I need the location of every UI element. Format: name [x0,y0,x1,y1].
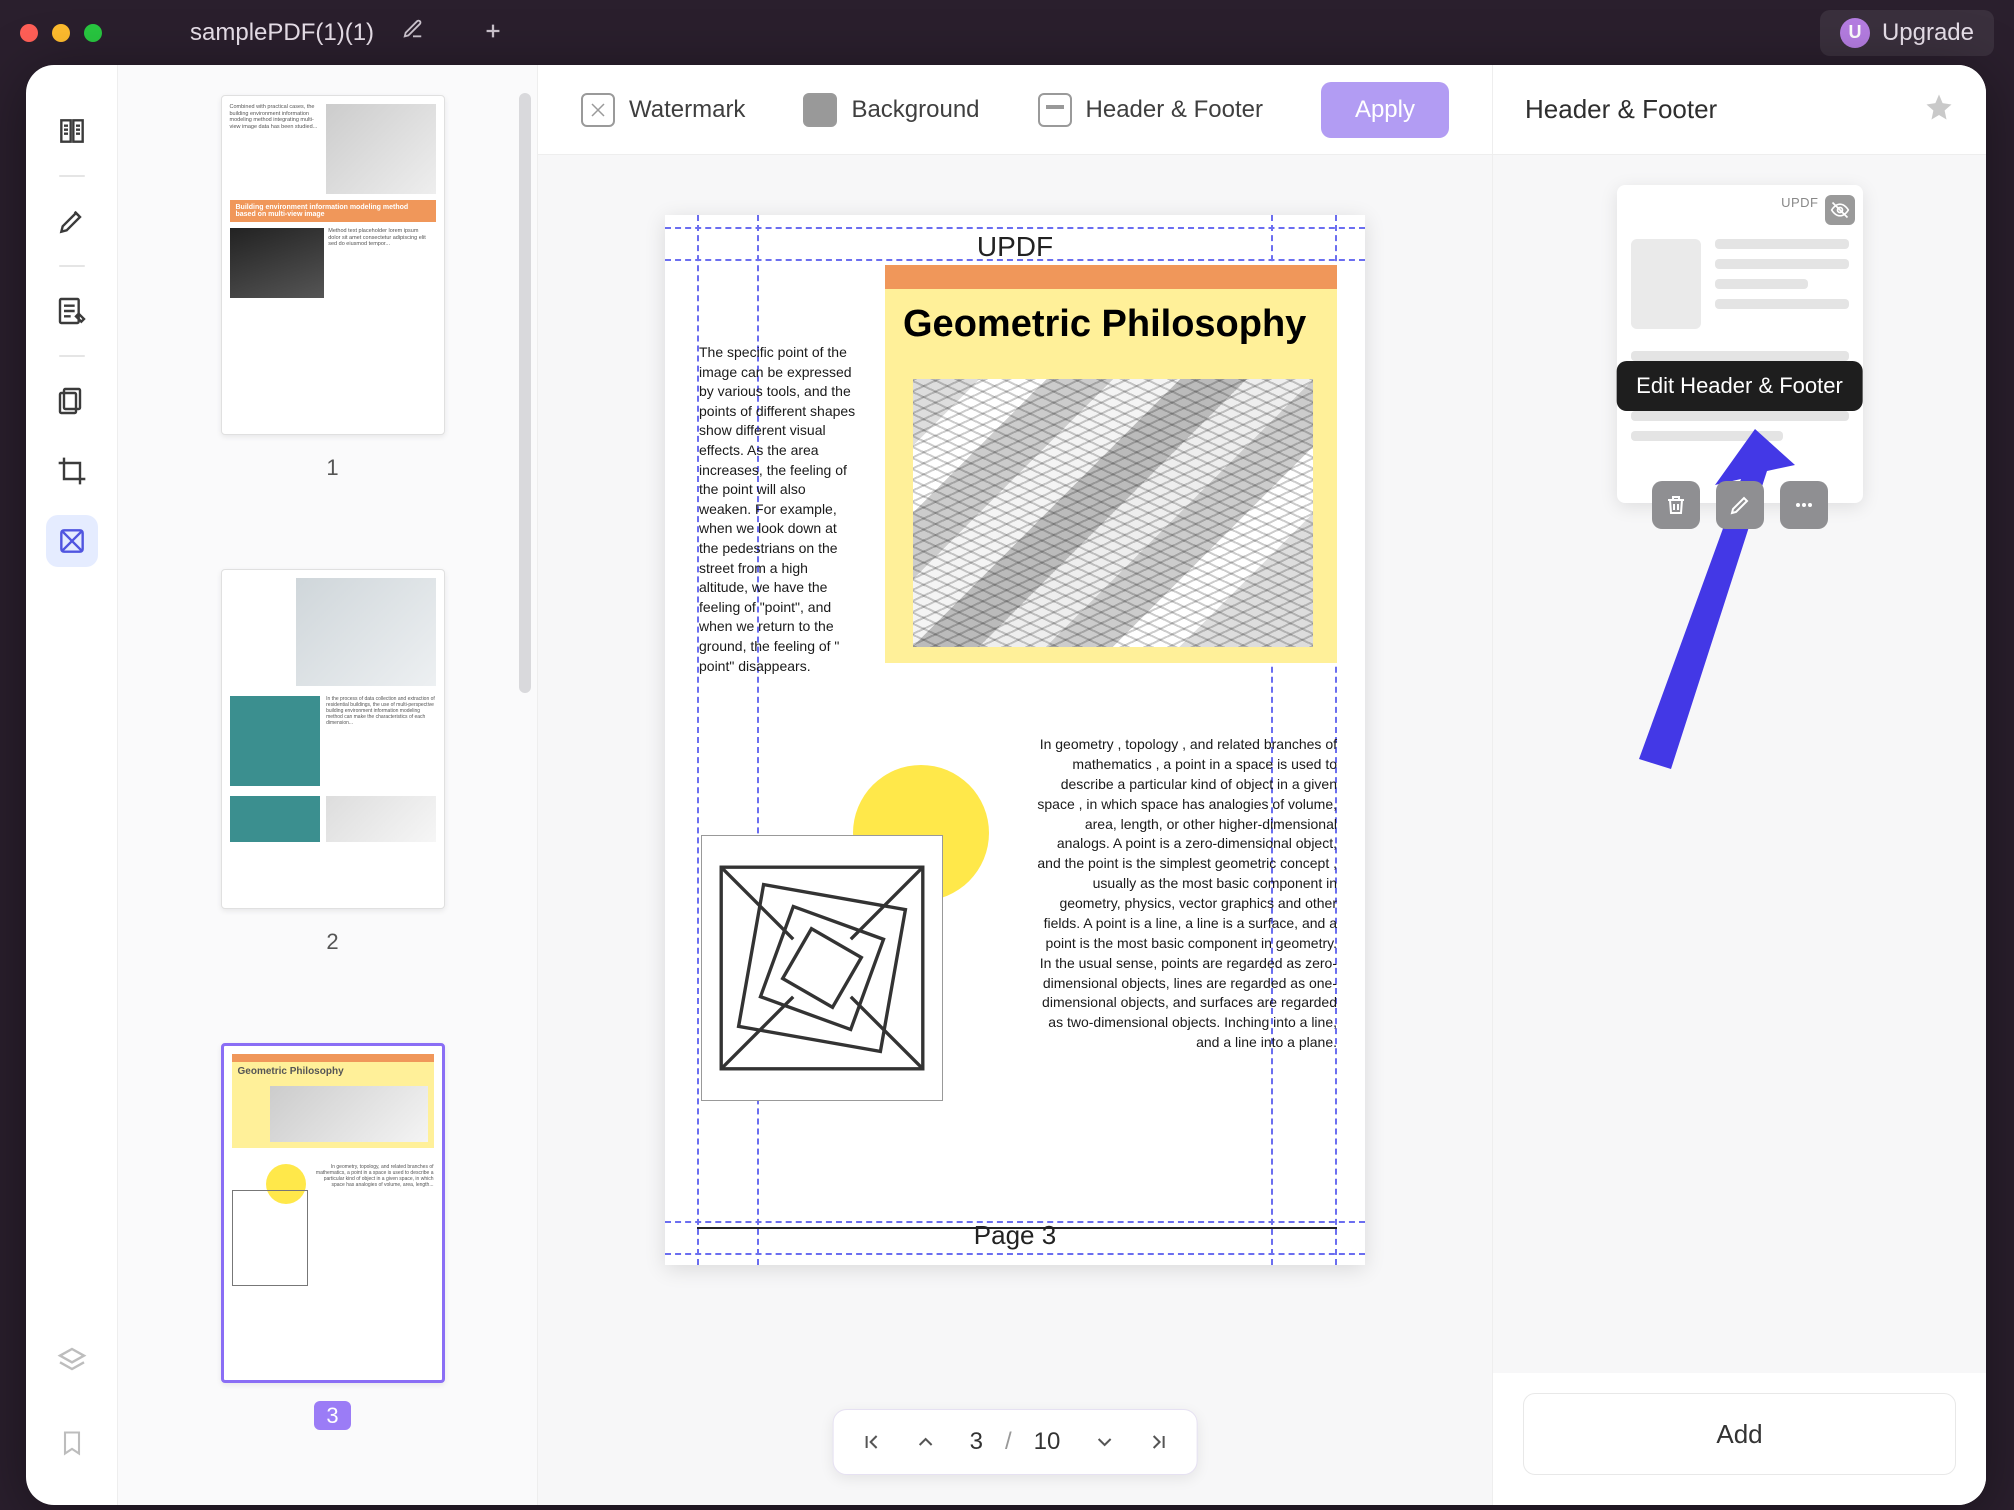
header-footer-preset-card[interactable]: UPDF [1617,185,1863,503]
background-tool[interactable]: Background [803,93,979,127]
panel-body: UPDF Edit Header & Footer [1493,155,1986,1373]
layers-button[interactable] [46,1335,98,1387]
page-image-top [913,379,1313,647]
upgrade-button[interactable]: U Upgrade [1820,10,1994,56]
thumbnail-page-1[interactable]: Combined with practical cases, the build… [221,95,445,435]
first-page-button[interactable] [850,1420,894,1464]
page-tools-toolbar: Watermark Background Header & Footer App… [538,65,1492,155]
watermark-tool[interactable]: Watermark [581,93,745,127]
decor-orange-bar [885,265,1337,289]
tab-title: samplePDF(1)(1) [190,19,374,47]
last-page-button[interactable] [1136,1420,1180,1464]
thumbnail-panel: Combined with practical cases, the build… [118,65,538,1505]
thumbnail-page-2[interactable]: In the process of data collection and ex… [221,569,445,909]
upgrade-label: Upgrade [1882,19,1974,47]
reader-mode-button[interactable] [46,105,98,157]
page-image-bottom [701,835,943,1101]
preset-actions [1523,481,1956,529]
rail-separator [59,265,85,267]
rail-separator [59,175,85,177]
page-header: UPDF [665,231,1365,263]
upgrade-badge-icon: U [1840,18,1870,48]
more-preset-button[interactable] [1780,481,1828,529]
page-left-paragraph: The specific point of the image can be e… [699,343,859,676]
panel-title: Header & Footer [1525,94,1717,125]
current-page-number[interactable]: 3 [958,1428,995,1456]
page-preview: UPDF Geometric Philosophy The specific p… [665,215,1365,1265]
edit-tab-icon[interactable] [402,18,424,47]
organize-pages-button[interactable] [46,375,98,427]
background-icon [803,93,837,127]
app-window: Combined with practical cases, the build… [26,65,1986,1505]
properties-panel: Header & Footer UPDF [1492,65,1986,1505]
fullscreen-window-button[interactable] [84,24,102,42]
edit-text-button[interactable] [46,285,98,337]
rail-separator [59,355,85,357]
main-editor: Watermark Background Header & Footer App… [538,65,1492,1505]
apply-button[interactable]: Apply [1321,82,1449,138]
add-header-footer-button[interactable]: Add [1523,1393,1956,1475]
page-divider: / [1005,1428,1012,1456]
edit-tooltip: Edit Header & Footer [1616,361,1863,411]
new-tab-button[interactable] [482,17,504,49]
header-footer-icon [1038,93,1072,127]
panel-header: Header & Footer [1493,65,1986,155]
tool-rail [26,65,118,1505]
thumbnail-label-1: 1 [188,455,477,481]
next-page-button[interactable] [1082,1420,1126,1464]
highlighter-button[interactable] [46,195,98,247]
minimize-window-button[interactable] [52,24,70,42]
thumbnail-label-3: 3 [188,1403,477,1429]
crop-button[interactable] [46,445,98,497]
edit-preset-button[interactable] [1716,481,1764,529]
prev-page-button[interactable] [904,1420,948,1464]
thumbnail-page-3[interactable]: Geometric Philosophy In geometry, topolo… [221,1043,445,1383]
watermark-icon [581,93,615,127]
page-navigator: 3 / 10 [833,1409,1198,1475]
favorite-icon[interactable] [1924,92,1954,127]
visibility-toggle-icon[interactable] [1825,195,1855,225]
header-footer-tool[interactable]: Header & Footer [1038,93,1263,127]
bookmark-button[interactable] [46,1417,98,1469]
page-canvas[interactable]: UPDF Geometric Philosophy The specific p… [538,155,1492,1505]
total-page-number: 10 [1022,1428,1073,1456]
window-controls [20,24,102,42]
window-titlebar: samplePDF(1)(1) U Upgrade [0,0,2014,65]
thumbnail-scrollbar[interactable] [519,93,531,693]
preset-brand-label: UPDF [1781,195,1818,210]
page-right-paragraph: In geometry , topology , and related bra… [1031,735,1337,1053]
delete-preset-button[interactable] [1652,481,1700,529]
thumbnail-label-2: 2 [188,929,477,955]
page-footer: Page 3 [665,1220,1365,1251]
page-heading: Geometric Philosophy [903,305,1306,345]
close-window-button[interactable] [20,24,38,42]
document-tab[interactable]: samplePDF(1)(1) [162,10,452,55]
page-tools-button[interactable] [46,515,98,567]
